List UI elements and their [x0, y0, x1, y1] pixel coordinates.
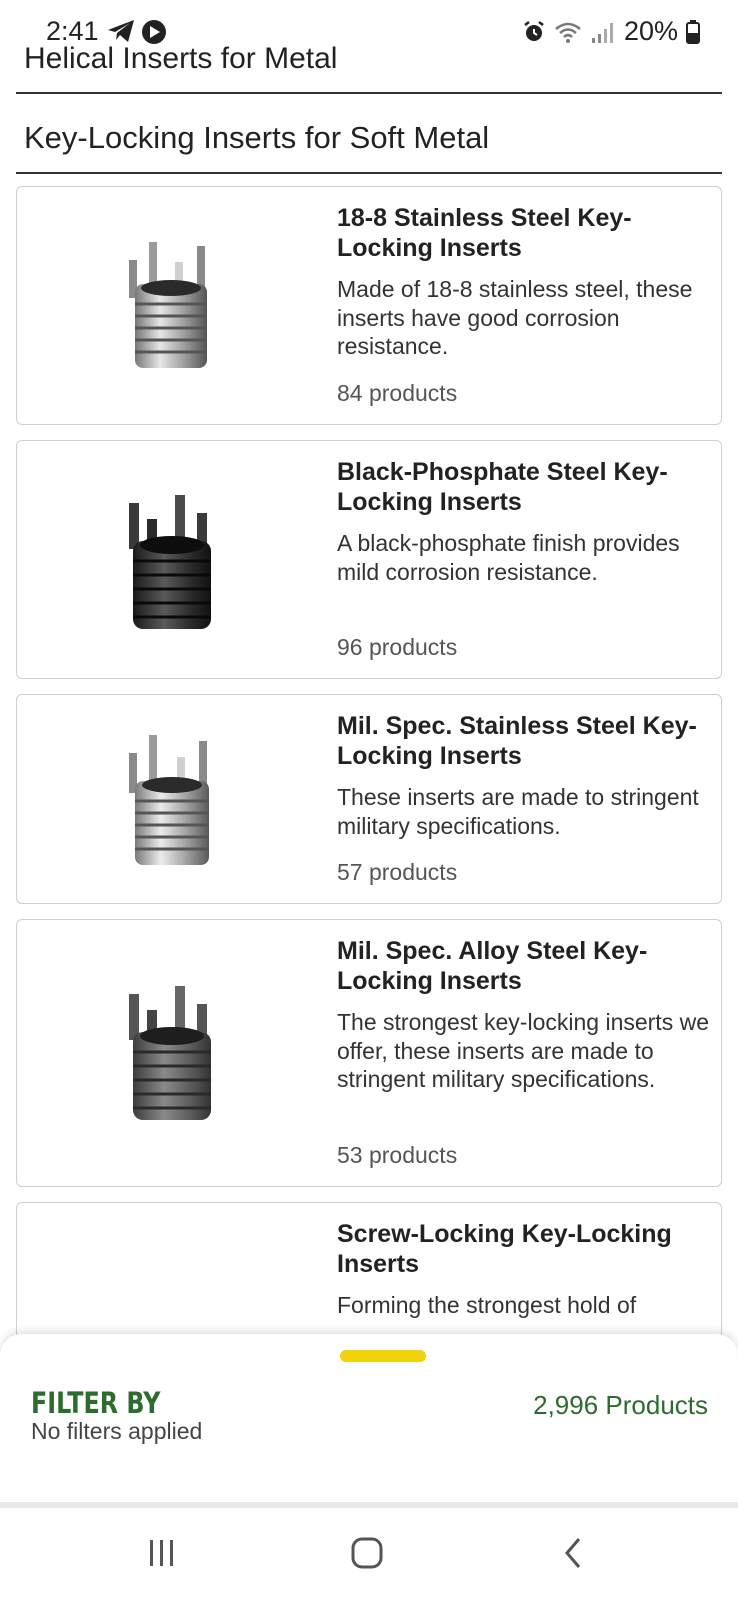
- card-product-count: 53 products: [337, 1142, 458, 1168]
- product-card[interactable]: 18-8 Stainless Steel Key-Locking Inserts…: [16, 186, 722, 425]
- system-nav-bar: [0, 1508, 738, 1599]
- home-icon: [351, 1537, 383, 1569]
- card-title: 18-8 Stainless Steel Key-Locking Inserts: [337, 204, 632, 262]
- category-heading: Key-Locking Inserts for Soft Metal: [16, 106, 722, 174]
- filter-sheet[interactable]: FILTER BY No filters applied 2,996 Produ…: [0, 1334, 738, 1504]
- sheet-drag-handle[interactable]: [340, 1350, 426, 1362]
- card-product-count: 96 products: [337, 634, 458, 660]
- recent-apps-icon: [150, 1540, 173, 1566]
- card-description: Forming the strongest hold of: [337, 1292, 637, 1318]
- card-product-count: 84 products: [337, 380, 458, 406]
- card-title: Screw-Locking Key-Locking Inserts: [337, 1220, 672, 1278]
- product-card[interactable]: Mil. Spec. Alloy Steel Key-Locking Inser…: [16, 919, 722, 1187]
- back-icon: [565, 1538, 581, 1568]
- black-insert-icon: [129, 495, 211, 629]
- card-description: A black-phosphate finish provides mild c…: [337, 530, 680, 585]
- card-description: The strongest key-locking inserts we off…: [337, 1009, 709, 1092]
- stainless-insert-icon: [129, 735, 209, 865]
- card-title: Mil. Spec. Stainless Steel Key-Locking I…: [337, 712, 697, 770]
- card-product-count: 57 products: [337, 859, 458, 885]
- stainless-insert-icon: [129, 242, 207, 368]
- category-link-helical[interactable]: Helical Inserts for Metal: [16, 40, 722, 94]
- category-link-label: Helical Inserts for Metal: [24, 42, 338, 75]
- recent-apps-button[interactable]: [132, 1528, 192, 1578]
- product-card[interactable]: Mil. Spec. Stainless Steel Key-Locking I…: [16, 694, 722, 904]
- gray-insert-icon: [129, 986, 211, 1120]
- product-total: 2,996 Products: [533, 1390, 708, 1420]
- filter-status: No filters applied: [31, 1418, 203, 1444]
- card-description: Made of 18-8 stainless steel, these inse…: [337, 276, 693, 359]
- product-card[interactable]: Black-Phosphate Steel Key-Locking Insert…: [16, 440, 722, 679]
- category-heading-label: Key-Locking Inserts for Soft Metal: [24, 120, 490, 155]
- card-title: Mil. Spec. Alloy Steel Key-Locking Inser…: [337, 937, 648, 995]
- filter-title: FILTER BY: [31, 1386, 161, 1420]
- back-button[interactable]: [544, 1528, 604, 1578]
- home-button[interactable]: [337, 1528, 397, 1578]
- card-title: Black-Phosphate Steel Key-Locking Insert…: [337, 458, 668, 516]
- card-description: These inserts are made to stringent mili…: [337, 784, 699, 839]
